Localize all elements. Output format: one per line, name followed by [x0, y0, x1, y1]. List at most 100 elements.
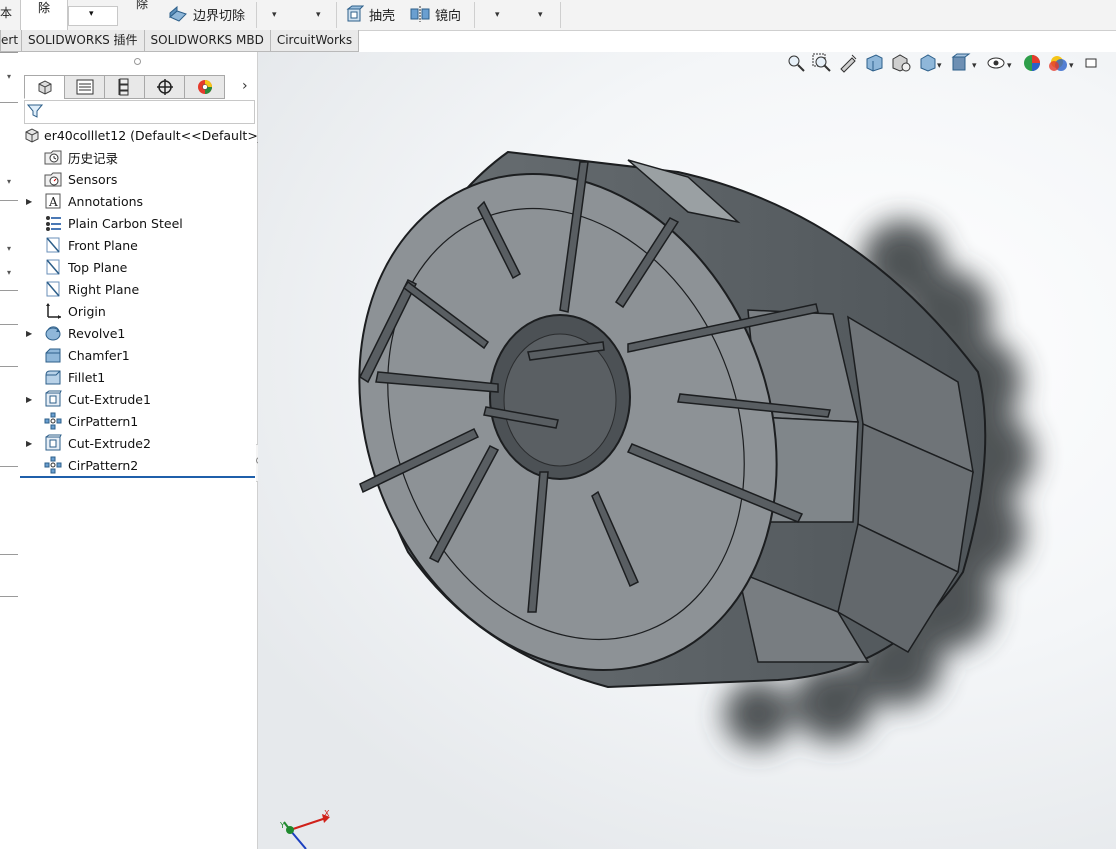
feature-tree-item[interactable]: Top Plane [20, 256, 257, 278]
ribbon-text-fragment: 本 [0, 6, 13, 20]
feature-tree-item-label: Chamfer1 [68, 347, 130, 363]
divider [0, 366, 18, 367]
axis-triad: X Y [279, 809, 330, 849]
tab-circuitworks[interactable]: CircuitWorks [269, 30, 360, 52]
ribbon-dropdown[interactable]: ▾ [68, 6, 118, 26]
mirror-button[interactable]: 镜向 [410, 3, 461, 25]
chevron-down-icon[interactable]: ▾ [272, 10, 277, 20]
chevron-down-icon[interactable]: ▾ [316, 10, 321, 20]
plane-icon [46, 259, 60, 275]
feature-tree-item[interactable]: ▶ A Annotations [20, 190, 257, 212]
svg-text:A: A [48, 195, 58, 209]
panel-splitter-handle[interactable] [134, 58, 141, 65]
feature-tree-item[interactable]: ▶ Cut-Extrude1 [20, 388, 257, 410]
feature-tree-item-label: Cut-Extrude2 [68, 435, 151, 451]
origin-icon [46, 303, 61, 319]
feature-manager-panel: › er40colllet12 (Default<<Default>_D 历史记… [20, 52, 274, 849]
feature-tree: er40colllet12 (Default<<Default>_D 历史记录 S… [20, 124, 274, 476]
feature-tree-item-label: Revolve1 [68, 325, 126, 341]
expand-arrow-icon[interactable]: ▶ [26, 197, 32, 206]
chevron-down-icon: ▾ [89, 9, 94, 19]
feature-manager-tabs [24, 75, 225, 99]
property-manager-icon [76, 79, 93, 95]
rollback-bar[interactable] [20, 476, 255, 478]
tab-solidworks-mbd[interactable]: SOLIDWORKS MBD [143, 30, 271, 52]
feature-tree-item[interactable]: Origin [20, 300, 257, 322]
feature-tree-item-label: Cut-Extrude1 [68, 391, 151, 407]
display-manager-icon [197, 80, 212, 94]
feature-tree-item-label: Annotations [68, 193, 144, 209]
feature-tree-item[interactable]: Chamfer1 [20, 344, 257, 366]
annotations-icon: A [45, 193, 61, 209]
shell-button[interactable]: 抽壳 [346, 3, 395, 25]
ribbon-text-fragment: 除 [136, 0, 149, 11]
divider [0, 554, 18, 555]
feature-tree-item-label: 历史记录 [68, 150, 119, 166]
feature-tree-item[interactable]: 历史记录 [20, 146, 257, 168]
divider [0, 596, 18, 597]
ribbon-separator [256, 2, 257, 28]
tab-display-manager[interactable] [184, 75, 225, 99]
feature-filter-bar[interactable] [24, 100, 255, 124]
graphics-area[interactable]: ▾ ▾ ▾ ▾ X Y [258, 52, 1116, 849]
feature-tree-item-label: Sensors [68, 171, 118, 187]
feature-tree-item[interactable]: Right Plane [20, 278, 257, 300]
ribbon-button-fragment[interactable]: 除 [20, 0, 68, 31]
feature-tree-item-label: Top Plane [68, 259, 128, 275]
feature-tree-item-label: CirPattern1 [68, 413, 139, 429]
divider [0, 466, 18, 467]
feature-tree-item-label: Fillet1 [68, 369, 106, 385]
expand-arrow-icon[interactable]: ▶ [26, 329, 32, 338]
tab-property-manager[interactable] [64, 75, 105, 99]
feature-tree-item[interactable]: Plain Carbon Steel [20, 212, 257, 234]
revolve-icon [45, 326, 61, 341]
feature-tree-item[interactable]: Fillet1 [20, 366, 257, 388]
chevron-down-icon[interactable]: ▾ [538, 10, 543, 20]
chevron-down-icon[interactable]: ▾ [495, 10, 500, 20]
sensors-folder-icon [44, 172, 62, 187]
plane-icon [46, 281, 60, 297]
part-icon [25, 128, 39, 143]
tab-feature-manager[interactable] [24, 75, 65, 99]
ribbon-separator [560, 2, 561, 28]
cut-extrude-icon [45, 390, 62, 407]
expand-arrow-icon[interactable]: ▶ [26, 395, 32, 404]
boundary-cut-button[interactable]: 边界切除 [168, 3, 245, 25]
feature-tree-item[interactable]: Sensors [20, 168, 257, 190]
feature-tree-item[interactable]: CirPattern1 [20, 410, 257, 432]
fillet-icon [45, 370, 61, 385]
configuration-manager-icon [118, 78, 128, 96]
feature-tree-item[interactable]: Front Plane [20, 234, 257, 256]
divider [0, 52, 18, 53]
tab-configuration-manager[interactable] [104, 75, 145, 99]
ribbon-separator [336, 2, 337, 28]
expand-arrow-icon[interactable]: ▶ [26, 439, 32, 448]
feature-tree-item-label: Front Plane [68, 237, 138, 253]
feature-tree-item[interactable]: ▶ Revolve1 [20, 322, 257, 344]
feature-tree-item-label: Plain Carbon Steel [68, 215, 183, 231]
divider [0, 200, 18, 201]
circular-pattern-icon [44, 456, 62, 474]
circular-pattern-icon [44, 412, 62, 430]
tab-insert[interactable]: ert [0, 30, 23, 52]
chevron-down-icon[interactable]: ▾ [7, 177, 11, 186]
feature-tree-item-label: Right Plane [68, 281, 140, 297]
chevron-down-icon[interactable]: ▾ [7, 244, 11, 253]
ribbon-separator [474, 2, 475, 28]
tab-solidworks-addins[interactable]: SOLIDWORKS 插件 [21, 30, 145, 52]
feature-tree-root[interactable]: er40colllet12 (Default<<Default>_D [20, 124, 274, 146]
chamfer-icon [45, 348, 61, 363]
model-render[interactable]: X Y [258, 52, 1116, 849]
chevron-right-icon[interactable]: › [242, 78, 248, 94]
feature-tree-item[interactable]: CirPattern2 [20, 454, 257, 476]
triad-y-label: Y [279, 821, 285, 830]
boundary-cut-icon [169, 5, 187, 22]
chevron-down-icon[interactable]: ▾ [7, 72, 11, 81]
crosshair-icon [156, 79, 173, 95]
feature-tree-item[interactable]: ▶ Cut-Extrude2 [20, 432, 257, 454]
tab-dimxpert-manager[interactable] [144, 75, 185, 99]
command-ribbon: 本 除 ▾ 除 边界切除 ▾ ▾ 抽壳 镜向 ▾ ▾ [0, 0, 1116, 31]
cut-extrude-icon [45, 434, 62, 451]
chevron-down-icon[interactable]: ▾ [7, 268, 11, 277]
command-manager-tabs: ert SOLIDWORKS 插件 SOLIDWORKS MBD Circuit… [0, 30, 360, 52]
